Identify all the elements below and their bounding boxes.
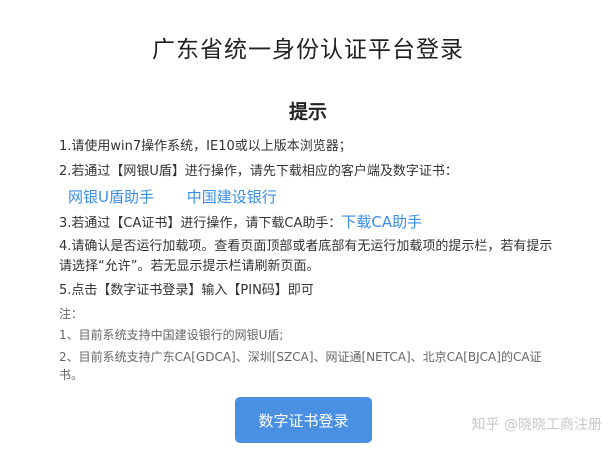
- download-ca-assistant-link[interactable]: 下载CA助手: [341, 213, 422, 231]
- step3-text: 3.若通过【CA证书】进行操作，请下载CA助手：: [59, 216, 342, 231]
- instruction-step-1: 1.请使用win7操作系统，IE10或以上版本浏览器；: [59, 139, 352, 154]
- instruction-step-5: 5.点击【数字证书登录】输入【PIN码】即可: [59, 283, 314, 298]
- notes-label: 注：: [59, 307, 84, 321]
- tips-heading: 提示: [288, 101, 327, 123]
- page-title: 广东省统一身份认证平台登录: [152, 37, 464, 63]
- watermark: 知乎 @晓晓工商注册: [471, 417, 602, 433]
- instruction-step-2: 2.若通过【网银U盾】进行操作，请先下载相应的客户端及数字证书：: [59, 164, 458, 179]
- download-links-row: 网银U盾助手 中国建设银行: [68, 186, 277, 208]
- digital-certificate-login-button[interactable]: 数字证书登录: [235, 397, 372, 443]
- instruction-step-3: 3.若通过【CA证书】进行操作，请下载CA助手：下载CA助手: [59, 212, 559, 234]
- ccb-bank-link[interactable]: 中国建设银行: [187, 188, 277, 206]
- note-1: 1、目前系统支持中国建设银行的网银U盾;: [59, 328, 284, 342]
- instruction-step-4: 4.请确认是否运行加载项。查看页面顶部或者底部有无运行加载项的提示栏，若有提示请…: [59, 239, 553, 274]
- note-2: 2、目前系统支持广东CA[GDCA]、深圳[SZCA]、网证通[NETCA]、北…: [59, 350, 542, 382]
- ukey-assistant-link[interactable]: 网银U盾助手: [68, 188, 154, 206]
